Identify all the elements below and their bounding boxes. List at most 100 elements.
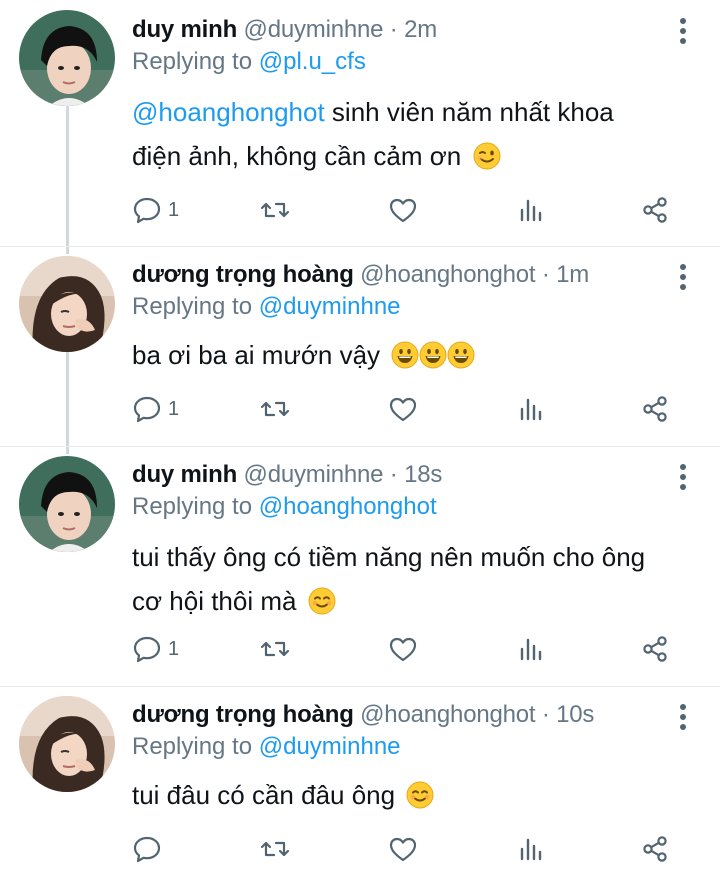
like-button[interactable] [388, 632, 418, 666]
reply-icon [133, 836, 161, 863]
display-name[interactable]: duy minh [132, 16, 237, 43]
avatar[interactable] [19, 456, 115, 552]
tweet-text: ba ơi ba ai mướn vậy [132, 333, 660, 377]
tweet-header: duy minh @duyminhne · 2m [132, 14, 660, 46]
share-icon [643, 396, 667, 422]
user-handle[interactable]: @duyminhne [244, 461, 384, 488]
grinning-face-emoji [391, 341, 419, 369]
tweet-text: tui đâu có cần đâu ông [132, 773, 660, 817]
timestamp[interactable]: 18s [404, 461, 442, 488]
reply-icon [133, 197, 161, 224]
like-icon [389, 837, 417, 862]
share-icon [643, 836, 667, 862]
tweet-text-content: ba ơi ba ai mướn vậy [132, 340, 381, 370]
replying-to-link[interactable]: @pl.u_cfs [259, 48, 366, 75]
reply-icon [133, 396, 161, 423]
share-button[interactable] [640, 392, 670, 426]
tweet[interactable]: dương trọng hoàng @hoanghonghot · 10s Re… [0, 687, 720, 871]
retweet-icon [260, 401, 290, 417]
analytics-button[interactable] [516, 392, 546, 426]
display-name[interactable]: dương trọng hoàng [132, 261, 354, 288]
analytics-icon [520, 638, 542, 661]
retweet-button[interactable] [260, 193, 290, 227]
analytics-icon [520, 199, 542, 222]
reply-button[interactable]: 1 [132, 392, 179, 426]
analytics-button[interactable] [516, 832, 546, 866]
like-button[interactable] [388, 392, 418, 426]
display-name[interactable]: dương trọng hoàng [132, 701, 354, 728]
retweet-button[interactable] [260, 632, 290, 666]
analytics-icon [520, 838, 542, 861]
user-handle[interactable]: @duyminhne [244, 16, 384, 43]
grinning-face-emoji [419, 341, 447, 369]
avatar[interactable] [19, 10, 115, 106]
like-icon [389, 397, 417, 422]
share-button[interactable] [640, 193, 670, 227]
separator-dot: · [389, 16, 398, 43]
analytics-button[interactable] [516, 193, 546, 227]
grinning-face-emoji [447, 341, 475, 369]
separator-dot: · [541, 701, 550, 728]
like-icon [389, 637, 417, 662]
tweet-text-content: tui thấy ông có tiềm năng nên muốn cho ô… [132, 542, 646, 616]
tweet-text: tui thấy ông có tiềm năng nên muốn cho ô… [132, 535, 660, 623]
replying-to-link[interactable]: @hoanghonghot [259, 493, 437, 520]
replying-label: Replying to [132, 48, 253, 75]
reply-button[interactable]: 1 [132, 193, 179, 227]
separator-dot: · [541, 261, 550, 288]
winking-face-emoji [473, 142, 501, 170]
smiling-face-emoji [406, 781, 434, 809]
retweet-icon [260, 202, 290, 218]
analytics-button[interactable] [516, 632, 546, 666]
replying-to: Replying to @duyminhne [132, 291, 660, 323]
tweet-header: dương trọng hoàng @hoanghonghot · 10s [132, 699, 660, 731]
reply-icon [133, 636, 161, 663]
replying-to: Replying to @hoanghonghot [132, 491, 660, 523]
separator-dot: · [389, 461, 398, 488]
share-button[interactable] [640, 632, 670, 666]
smiling-face-emoji [308, 587, 336, 615]
user-handle[interactable]: @hoanghonghot [360, 701, 535, 728]
timestamp[interactable]: 2m [404, 16, 437, 43]
reply-count: 1 [168, 397, 180, 420]
reply-button[interactable] [132, 832, 168, 866]
tweet[interactable]: duy minh @duyminhne · 18s Replying to @h… [0, 447, 720, 685]
tweet-text-content: tui đâu có cần đâu ông [132, 780, 396, 810]
share-icon [643, 197, 667, 223]
tweet[interactable]: dương trọng hoàng @hoanghonghot · 1m Rep… [0, 247, 720, 445]
like-icon [389, 198, 417, 223]
reply-button[interactable]: 1 [132, 632, 179, 666]
timestamp[interactable]: 1m [556, 261, 589, 288]
display-name[interactable]: duy minh [132, 461, 237, 488]
tweet-header: dương trọng hoàng @hoanghonghot · 1m [132, 259, 660, 291]
more-options-icon[interactable] [680, 464, 688, 492]
replying-label: Replying to [132, 493, 253, 520]
replying-to-link[interactable]: @duyminhne [259, 293, 401, 320]
retweet-button[interactable] [260, 832, 290, 866]
tweet-header: duy minh @duyminhne · 18s [132, 459, 660, 491]
replying-to: Replying to @pl.u_cfs [132, 46, 660, 78]
replying-label: Replying to [132, 293, 253, 320]
like-button[interactable] [388, 832, 418, 866]
reply-count: 1 [168, 637, 180, 660]
user-handle[interactable]: @hoanghonghot [360, 261, 535, 288]
retweet-button[interactable] [260, 392, 290, 426]
avatar[interactable] [19, 696, 115, 792]
mention-link[interactable]: @hoanghonghot [132, 97, 325, 127]
share-icon [643, 636, 667, 662]
replying-to: Replying to @duyminhne [132, 731, 660, 763]
more-options-icon[interactable] [680, 704, 688, 732]
retweet-icon [260, 641, 290, 657]
more-options-icon[interactable] [680, 264, 688, 292]
like-button[interactable] [388, 193, 418, 227]
tweet[interactable]: duy minh @duyminhne · 2m Replying to @pl… [0, 0, 720, 246]
replying-to-link[interactable]: @duyminhne [259, 733, 401, 760]
share-button[interactable] [640, 832, 670, 866]
more-options-icon[interactable] [680, 18, 688, 46]
timestamp[interactable]: 10s [556, 701, 594, 728]
replying-label: Replying to [132, 733, 253, 760]
tweet-text: @hoanghonghot sinh viên năm nhất khoa đi… [132, 90, 660, 178]
reply-count: 1 [168, 198, 180, 221]
retweet-icon [260, 841, 290, 857]
avatar[interactable] [19, 256, 115, 352]
